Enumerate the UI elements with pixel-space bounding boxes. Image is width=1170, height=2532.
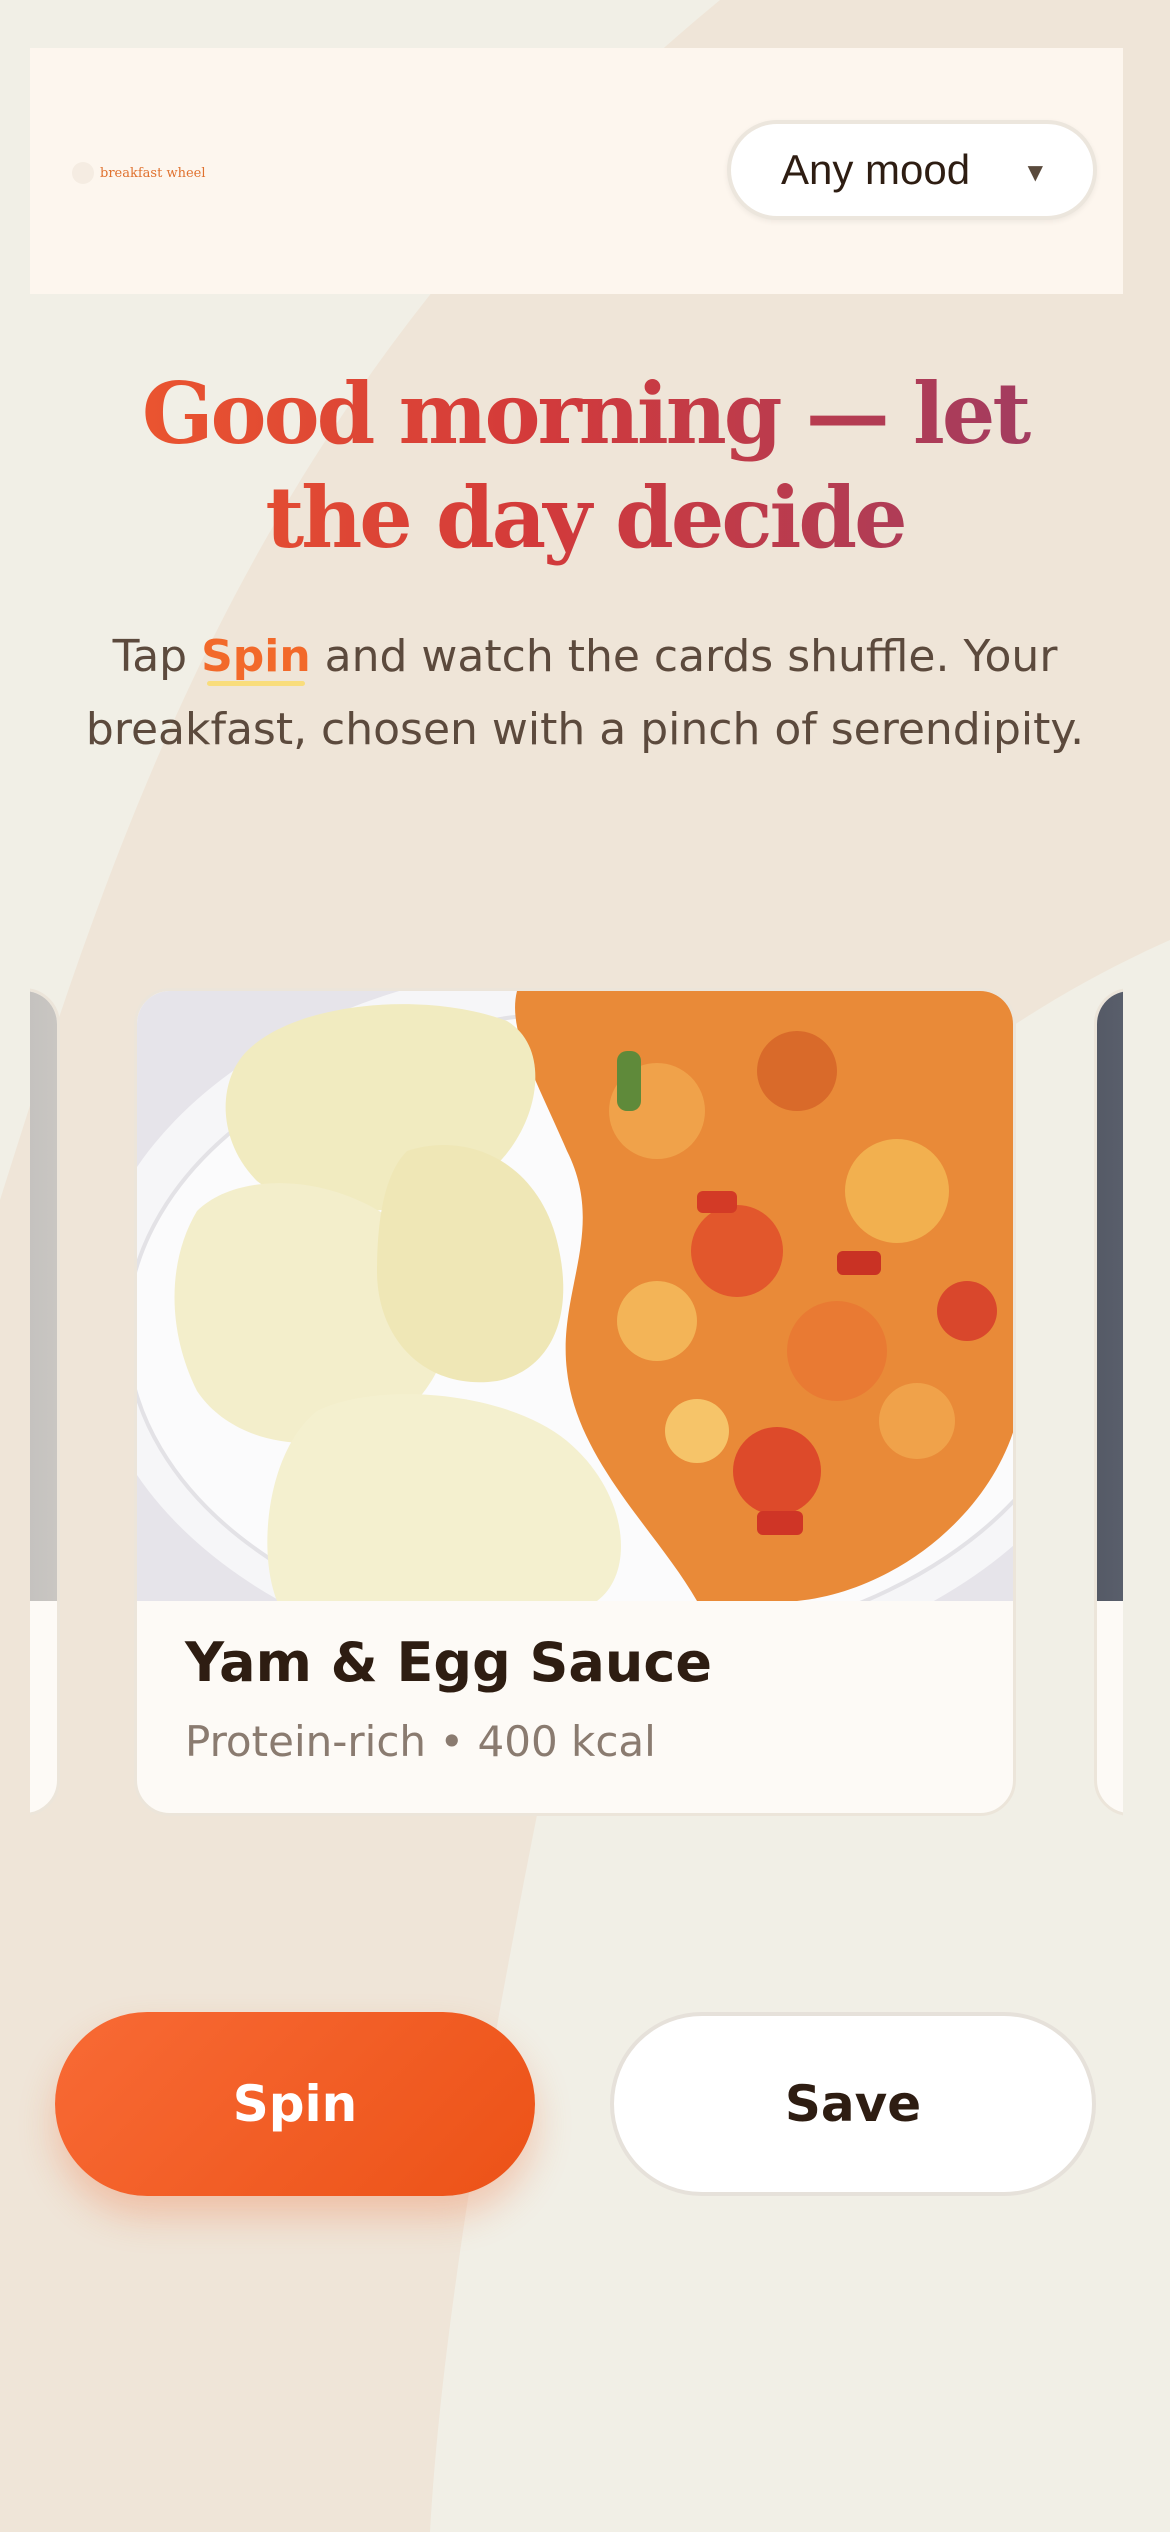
dish-meta: Protein-rich • 400 kcal [185,1717,656,1766]
mood-select-value: Any mood [781,146,971,193]
app-header: breakfast wheel Any mood ▼ [30,48,1123,294]
save-button[interactable]: Save [610,2012,1096,2196]
app-logo[interactable]: breakfast wheel [72,162,206,184]
previous-card-photo [30,991,57,1601]
mood-select[interactable]: Any mood ▼ [727,120,1097,220]
subtitle-spin-highlight: Spin [201,631,311,682]
next-card-photo [1097,991,1123,1601]
caret-down-icon: ▼ [1027,160,1043,184]
current-breakfast-card[interactable]: Yam & Egg Sauce Protein-rich • 400 kcal [134,988,1016,1816]
page-subtitle: Tap Spin and watch the cards shuffle. Yo… [40,620,1130,766]
breakfast-card-carousel[interactable]: Yam & Egg Sauce Protein-rich • 400 kcal [30,988,1123,1818]
spin-button[interactable]: Spin [55,2012,535,2196]
logo-icon [72,162,94,184]
subtitle-text-before: Tap [112,631,202,682]
page-title: Good morning — let the day decide [60,362,1110,570]
logo-text: breakfast wheel [100,165,206,181]
dish-title: Yam & Egg Sauce [185,1631,712,1694]
next-card[interactable] [1094,988,1123,1816]
previous-card[interactable] [30,988,60,1816]
yam-and-egg-illustration [137,991,1013,1601]
dish-photo [137,991,1013,1601]
